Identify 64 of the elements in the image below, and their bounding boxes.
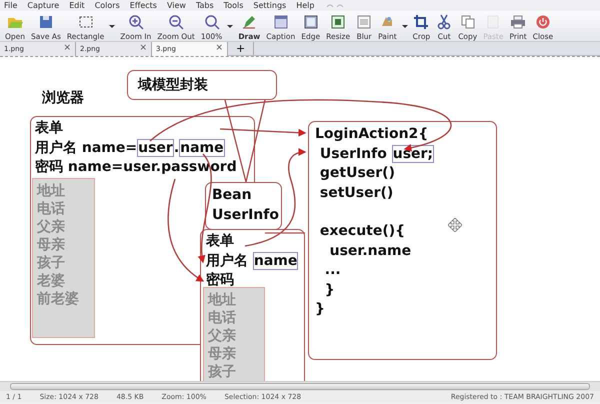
menu-item[interactable]: View xyxy=(166,0,186,11)
menu-item[interactable]: Effects xyxy=(130,0,157,11)
printer-icon xyxy=(510,14,526,30)
code-line: setUser() xyxy=(318,184,394,202)
blur-icon xyxy=(356,14,372,30)
menu-item[interactable]: Colors xyxy=(94,0,120,11)
close-tab-button[interactable]: × xyxy=(139,42,147,56)
caret-icon[interactable] xyxy=(109,24,116,28)
new-tab-button[interactable]: + xyxy=(228,42,254,55)
list-item-text: 地址 xyxy=(37,182,66,200)
copy-icon xyxy=(460,14,476,30)
close-tab-button[interactable]: × xyxy=(63,42,71,56)
code-line: execute(){ xyxy=(318,222,406,241)
diagram-text: 用户名 name xyxy=(206,252,298,271)
list-item-text: 电话 xyxy=(208,309,237,327)
horizontal-scrollbar[interactable] xyxy=(10,383,590,390)
caret-icon[interactable] xyxy=(402,24,408,28)
box-title: 域模型封装 xyxy=(136,76,209,95)
caption-window-icon xyxy=(272,14,289,30)
menu-item[interactable]: Settings xyxy=(253,0,286,11)
power-icon xyxy=(534,14,551,30)
list-item-text: 电话 xyxy=(37,200,66,218)
resize-icon xyxy=(330,14,346,30)
diagram-text: 用户名 name=user.name xyxy=(35,138,225,158)
list-item-text: 孩子 xyxy=(208,363,237,381)
code-line: } xyxy=(324,280,335,300)
diagram-text: 密码 xyxy=(206,271,234,290)
browser-label: 浏览器 xyxy=(42,89,84,108)
menu-item[interactable]: Tabs xyxy=(196,0,214,11)
edge-frame-icon xyxy=(302,14,319,30)
list-item-text: 母亲 xyxy=(37,236,66,254)
menu-item[interactable]: File xyxy=(4,0,18,11)
list-item-text: 前老婆 xyxy=(37,290,80,308)
dashed-rectangle-icon xyxy=(78,14,94,30)
menu-item[interactable]: Tools xyxy=(224,0,244,11)
diagram-text: 表单 xyxy=(35,119,63,138)
diagram-text: UserInfo xyxy=(212,206,279,224)
list-item-text: 孩子 xyxy=(37,254,66,272)
scissors-icon xyxy=(436,14,452,30)
list-item-text: 父亲 xyxy=(37,218,66,236)
code-line: } xyxy=(315,300,325,319)
zoom-in-icon xyxy=(128,14,144,30)
list-item-text: 地址 xyxy=(208,291,237,309)
diagram-text: 表单 xyxy=(206,232,234,251)
list-item-text: 老婆 xyxy=(37,272,66,290)
menu-item[interactable]: Capture xyxy=(27,0,60,11)
menu-item[interactable]: Help xyxy=(296,0,314,11)
pen-icon xyxy=(241,14,258,30)
code-line: LoginAction2{ xyxy=(315,125,428,144)
code-line: getUser() xyxy=(318,164,395,183)
code-line: UserInfo user; xyxy=(318,144,434,164)
list-item-text: 父亲 xyxy=(208,327,237,345)
close-tab-button[interactable]: × xyxy=(215,42,223,56)
code-line: ... xyxy=(324,261,341,280)
code-line: user.name xyxy=(328,242,412,260)
list-item-text: 母亲 xyxy=(208,345,237,363)
crop-icon xyxy=(413,14,430,30)
menu-item[interactable]: Edit xyxy=(69,0,85,11)
zoom-out-icon xyxy=(168,14,184,30)
caret-icon[interactable] xyxy=(227,24,234,28)
magnifier-icon xyxy=(204,14,220,30)
move-cursor-icon xyxy=(448,218,462,232)
clipboard-icon xyxy=(485,14,502,30)
diagram-text: Bean xyxy=(212,186,252,205)
